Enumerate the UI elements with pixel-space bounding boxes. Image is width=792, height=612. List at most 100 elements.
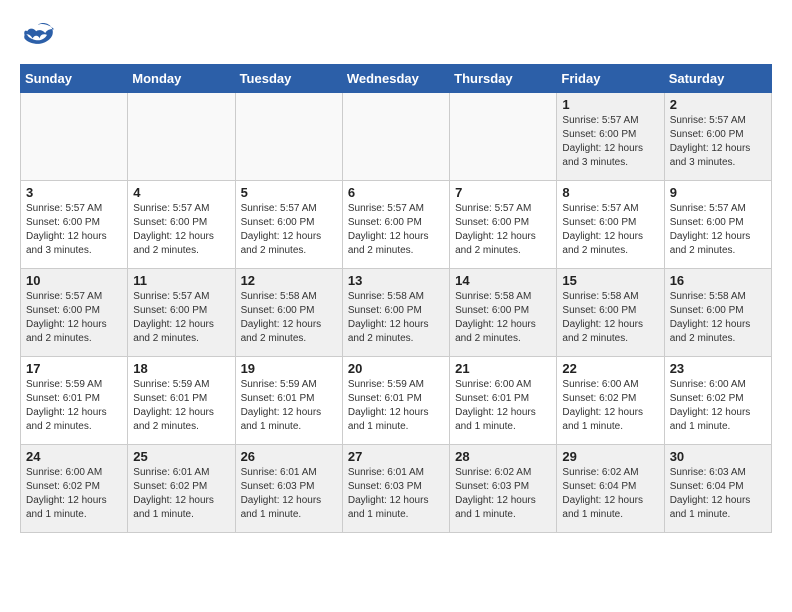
day-number: 6 <box>348 185 444 200</box>
day-info: Sunrise: 6:01 AM Sunset: 6:03 PM Dayligh… <box>241 466 337 522</box>
day-number: 30 <box>670 449 766 464</box>
day-number: 24 <box>26 449 122 464</box>
day-number: 8 <box>562 185 658 200</box>
calendar-day-cell <box>342 93 449 181</box>
weekday-header: Friday <box>557 65 664 93</box>
day-info: Sunrise: 6:03 AM Sunset: 6:04 PM Dayligh… <box>670 466 766 522</box>
calendar-week-row: 24 Sunrise: 6:00 AM Sunset: 6:02 PM Dayli… <box>21 445 772 533</box>
calendar-day-cell: 27 Sunrise: 6:01 AM Sunset: 6:03 PM Dayli… <box>342 445 449 533</box>
day-number: 25 <box>133 449 229 464</box>
calendar-day-cell <box>128 93 235 181</box>
calendar-day-cell: 21 Sunrise: 6:00 AM Sunset: 6:01 PM Dayli… <box>450 357 557 445</box>
day-number: 1 <box>562 97 658 112</box>
calendar-day-cell: 16Sunrise: 5:58 AM Sunset: 6:00 PM Dayli… <box>664 269 771 357</box>
day-info: Sunrise: 5:59 AM Sunset: 6:01 PM Dayligh… <box>241 378 337 434</box>
day-info: Sunrise: 5:58 AM Sunset: 6:00 PM Dayligh… <box>241 290 337 346</box>
day-number: 4 <box>133 185 229 200</box>
weekday-header: Wednesday <box>342 65 449 93</box>
calendar-day-cell: 30 Sunrise: 6:03 AM Sunset: 6:04 PM Dayli… <box>664 445 771 533</box>
calendar-day-cell: 28 Sunrise: 6:02 AM Sunset: 6:03 PM Dayli… <box>450 445 557 533</box>
day-number: 11 <box>133 273 229 288</box>
day-info: Sunrise: 5:57 AM Sunset: 6:00 PM Dayligh… <box>455 202 551 258</box>
day-number: 14 <box>455 273 551 288</box>
day-number: 28 <box>455 449 551 464</box>
day-number: 22 <box>562 361 658 376</box>
calendar-day-cell <box>21 93 128 181</box>
calendar-week-row: 10 Sunrise: 5:57 AM Sunset: 6:00 PM Dayli… <box>21 269 772 357</box>
day-number: 21 <box>455 361 551 376</box>
day-number: 19 <box>241 361 337 376</box>
calendar-day-cell: 14 Sunrise: 5:58 AM Sunset: 6:00 PM Dayli… <box>450 269 557 357</box>
weekday-header: Saturday <box>664 65 771 93</box>
calendar-day-cell: 1 Sunrise: 5:57 AM Sunset: 6:00 PM Daylig… <box>557 93 664 181</box>
calendar-day-cell: 7 Sunrise: 5:57 AM Sunset: 6:00 PM Daylig… <box>450 181 557 269</box>
calendar-day-cell: 15Sunrise: 5:58 AM Sunset: 6:00 PM Dayli… <box>557 269 664 357</box>
weekday-header: Sunday <box>21 65 128 93</box>
calendar-day-cell: 17 Sunrise: 5:59 AM Sunset: 6:01 PM Dayli… <box>21 357 128 445</box>
calendar-day-cell: 5 Sunrise: 5:57 AM Sunset: 6:00 PM Daylig… <box>235 181 342 269</box>
day-info: Sunrise: 5:57 AM Sunset: 6:00 PM Dayligh… <box>562 114 658 170</box>
day-info: Sunrise: 6:02 AM Sunset: 6:04 PM Dayligh… <box>562 466 658 522</box>
calendar-table: SundayMondayTuesdayWednesdayThursdayFrid… <box>20 64 772 533</box>
day-info: Sunrise: 5:57 AM Sunset: 6:00 PM Dayligh… <box>133 290 229 346</box>
page-header <box>20 20 772 48</box>
day-info: Sunrise: 5:57 AM Sunset: 6:00 PM Dayligh… <box>241 202 337 258</box>
day-number: 10 <box>26 273 122 288</box>
calendar-day-cell: 22 Sunrise: 6:00 AM Sunset: 6:02 PM Dayli… <box>557 357 664 445</box>
calendar-day-cell: 8 Sunrise: 5:57 AM Sunset: 6:00 PM Daylig… <box>557 181 664 269</box>
calendar-day-cell: 3 Sunrise: 5:57 AM Sunset: 6:00 PM Daylig… <box>21 181 128 269</box>
day-number: 5 <box>241 185 337 200</box>
day-number: 26 <box>241 449 337 464</box>
weekday-header: Thursday <box>450 65 557 93</box>
weekday-header: Tuesday <box>235 65 342 93</box>
calendar-day-cell: 2Sunrise: 5:57 AM Sunset: 6:00 PM Daylig… <box>664 93 771 181</box>
day-info: Sunrise: 6:00 AM Sunset: 6:02 PM Dayligh… <box>562 378 658 434</box>
day-number: 29 <box>562 449 658 464</box>
day-number: 3 <box>26 185 122 200</box>
day-info: Sunrise: 6:01 AM Sunset: 6:03 PM Dayligh… <box>348 466 444 522</box>
day-number: 23 <box>670 361 766 376</box>
calendar-day-cell: 12 Sunrise: 5:58 AM Sunset: 6:00 PM Dayli… <box>235 269 342 357</box>
day-info: Sunrise: 5:57 AM Sunset: 6:00 PM Dayligh… <box>133 202 229 258</box>
calendar-day-cell: 4 Sunrise: 5:57 AM Sunset: 6:00 PM Daylig… <box>128 181 235 269</box>
calendar-day-cell: 26 Sunrise: 6:01 AM Sunset: 6:03 PM Dayli… <box>235 445 342 533</box>
day-info: Sunrise: 5:59 AM Sunset: 6:01 PM Dayligh… <box>348 378 444 434</box>
day-number: 20 <box>348 361 444 376</box>
calendar-week-row: 1 Sunrise: 5:57 AM Sunset: 6:00 PM Daylig… <box>21 93 772 181</box>
day-info: Sunrise: 5:58 AM Sunset: 6:00 PM Dayligh… <box>562 290 658 346</box>
calendar-day-cell: 25 Sunrise: 6:01 AM Sunset: 6:02 PM Dayli… <box>128 445 235 533</box>
day-number: 12 <box>241 273 337 288</box>
day-info: Sunrise: 5:57 AM Sunset: 6:00 PM Dayligh… <box>670 202 766 258</box>
logo <box>20 20 62 48</box>
calendar-day-cell: 18Sunrise: 5:59 AM Sunset: 6:01 PM Dayli… <box>128 357 235 445</box>
day-info: Sunrise: 5:57 AM Sunset: 6:00 PM Dayligh… <box>26 202 122 258</box>
calendar-body: 1 Sunrise: 5:57 AM Sunset: 6:00 PM Daylig… <box>21 93 772 533</box>
day-info: Sunrise: 6:02 AM Sunset: 6:03 PM Dayligh… <box>455 466 551 522</box>
calendar-day-cell: 19 Sunrise: 5:59 AM Sunset: 6:01 PM Dayli… <box>235 357 342 445</box>
calendar-day-cell: 24 Sunrise: 6:00 AM Sunset: 6:02 PM Dayli… <box>21 445 128 533</box>
day-info: Sunrise: 6:01 AM Sunset: 6:02 PM Dayligh… <box>133 466 229 522</box>
day-info: Sunrise: 5:59 AM Sunset: 6:01 PM Dayligh… <box>26 378 122 434</box>
calendar-header: SundayMondayTuesdayWednesdayThursdayFrid… <box>21 65 772 93</box>
day-info: Sunrise: 5:58 AM Sunset: 6:00 PM Dayligh… <box>455 290 551 346</box>
day-info: Sunrise: 6:00 AM Sunset: 6:01 PM Dayligh… <box>455 378 551 434</box>
calendar-week-row: 17 Sunrise: 5:59 AM Sunset: 6:01 PM Dayli… <box>21 357 772 445</box>
day-info: Sunrise: 5:57 AM Sunset: 6:00 PM Dayligh… <box>670 114 766 170</box>
day-number: 17 <box>26 361 122 376</box>
day-info: Sunrise: 5:57 AM Sunset: 6:00 PM Dayligh… <box>562 202 658 258</box>
day-info: Sunrise: 5:57 AM Sunset: 6:00 PM Dayligh… <box>26 290 122 346</box>
calendar-day-cell: 9Sunrise: 5:57 AM Sunset: 6:00 PM Daylig… <box>664 181 771 269</box>
day-info: Sunrise: 5:58 AM Sunset: 6:00 PM Dayligh… <box>348 290 444 346</box>
day-number: 13 <box>348 273 444 288</box>
day-number: 27 <box>348 449 444 464</box>
day-info: Sunrise: 5:58 AM Sunset: 6:00 PM Dayligh… <box>670 290 766 346</box>
day-info: Sunrise: 6:00 AM Sunset: 6:02 PM Dayligh… <box>26 466 122 522</box>
calendar-day-cell: 6Sunrise: 5:57 AM Sunset: 6:00 PM Daylig… <box>342 181 449 269</box>
calendar-day-cell: 10 Sunrise: 5:57 AM Sunset: 6:00 PM Dayli… <box>21 269 128 357</box>
calendar-day-cell: 20 Sunrise: 5:59 AM Sunset: 6:01 PM Dayli… <box>342 357 449 445</box>
calendar-day-cell <box>450 93 557 181</box>
day-info: Sunrise: 5:59 AM Sunset: 6:01 PM Dayligh… <box>133 378 229 434</box>
weekday-header: Monday <box>128 65 235 93</box>
calendar-day-cell: 13 Sunrise: 5:58 AM Sunset: 6:00 PM Dayli… <box>342 269 449 357</box>
day-number: 7 <box>455 185 551 200</box>
